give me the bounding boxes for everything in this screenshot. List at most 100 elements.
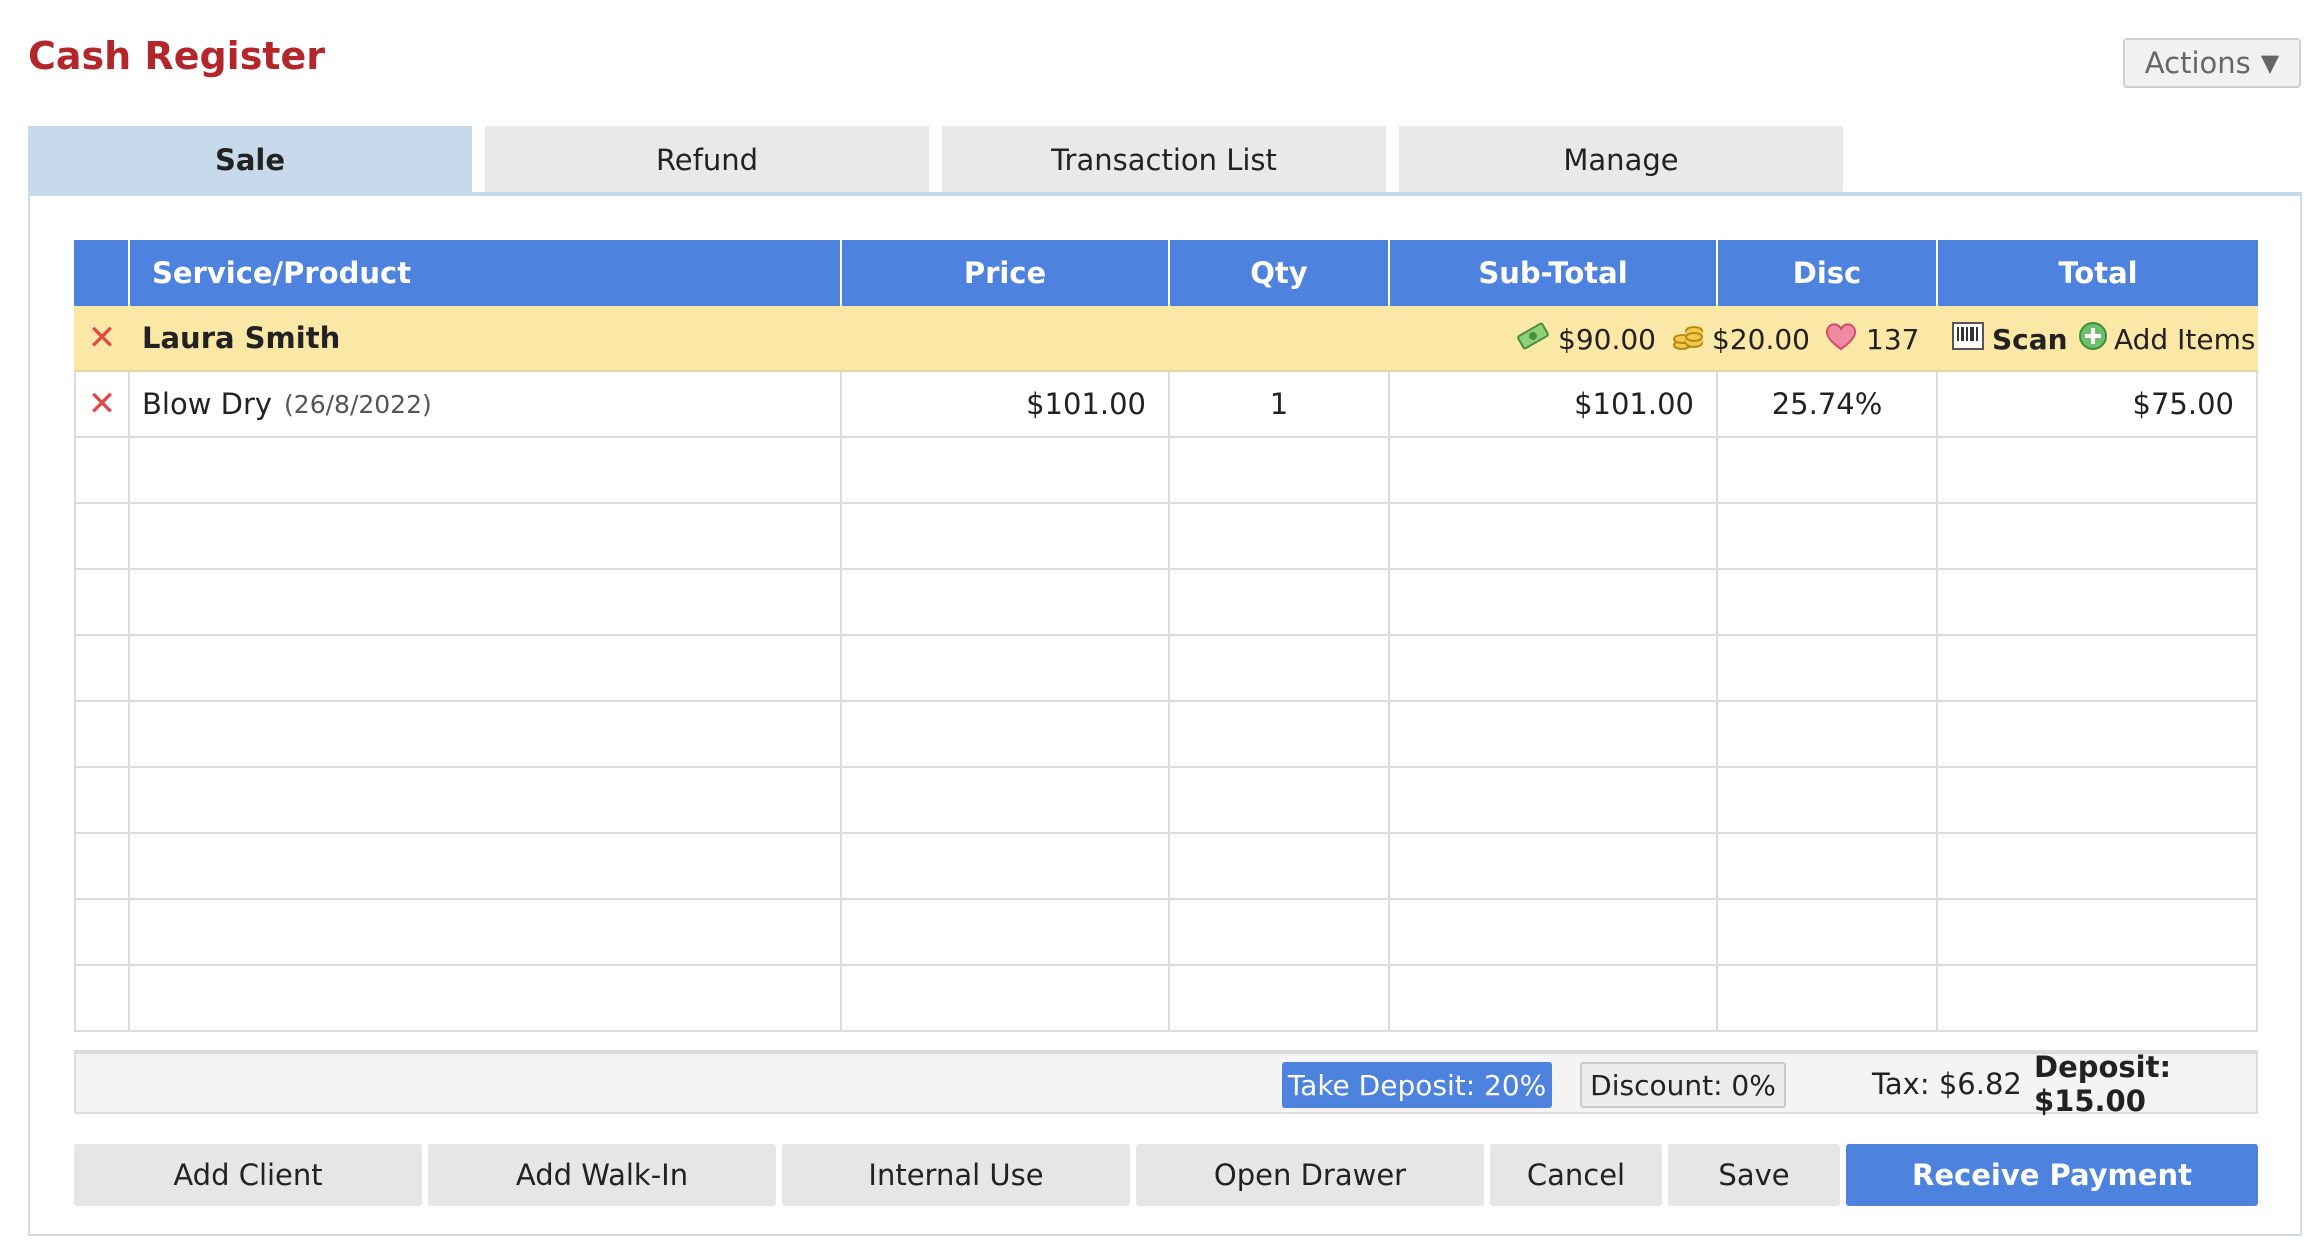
cash-icon bbox=[1516, 321, 1550, 358]
take-deposit-button[interactable]: Take Deposit: 20% bbox=[1282, 1062, 1552, 1108]
empty-cell bbox=[130, 636, 842, 700]
item-qty[interactable]: 1 bbox=[1170, 372, 1390, 436]
empty-cell bbox=[130, 438, 842, 502]
empty-cell bbox=[1718, 966, 1938, 1030]
tab-transaction-list[interactable]: Transaction List bbox=[942, 126, 1386, 194]
empty-cell bbox=[1938, 966, 2258, 1030]
item-name: Blow Dry bbox=[142, 387, 273, 421]
empty-cell bbox=[1170, 834, 1390, 898]
empty-cell bbox=[1718, 570, 1938, 634]
client-coin-balance: $20.00 bbox=[1672, 306, 1810, 372]
empty-cell bbox=[842, 900, 1170, 964]
empty-cell bbox=[74, 768, 130, 832]
empty-cell bbox=[74, 966, 130, 1030]
header-service-product: Service/Product bbox=[130, 240, 842, 306]
empty-cell bbox=[1718, 900, 1938, 964]
actions-label: Actions bbox=[2144, 46, 2251, 80]
tab-manage[interactable]: Manage bbox=[1399, 126, 1843, 194]
empty-cell bbox=[1170, 900, 1390, 964]
empty-cell bbox=[1390, 504, 1718, 568]
close-icon: ✕ bbox=[87, 318, 117, 358]
empty-cell bbox=[1938, 570, 2258, 634]
deposit-amount: Deposit: $15.00 bbox=[2034, 1050, 2172, 1118]
chevron-down-icon: ▼ bbox=[2260, 49, 2280, 77]
item-disc[interactable]: 25.74% bbox=[1718, 372, 1938, 436]
table-row-empty bbox=[74, 768, 2258, 834]
scan-label: Scan bbox=[1992, 322, 2068, 356]
empty-cell bbox=[1938, 438, 2258, 502]
empty-cell bbox=[1170, 768, 1390, 832]
table-row-empty bbox=[74, 438, 2258, 504]
empty-cell bbox=[842, 438, 1170, 502]
scan-button[interactable]: Scan bbox=[1952, 306, 2068, 372]
table-row-empty bbox=[74, 900, 2258, 966]
empty-cell bbox=[130, 834, 842, 898]
empty-cell bbox=[74, 438, 130, 502]
empty-cell bbox=[1390, 702, 1718, 766]
empty-cell bbox=[1938, 834, 2258, 898]
header-price: Price bbox=[842, 240, 1170, 306]
heart-icon bbox=[1824, 321, 1858, 358]
empty-cell bbox=[842, 768, 1170, 832]
empty-cell bbox=[1718, 504, 1938, 568]
empty-cell bbox=[74, 900, 130, 964]
empty-cell bbox=[842, 702, 1170, 766]
empty-cell bbox=[1938, 504, 2258, 568]
discount-button[interactable]: Discount: 0% bbox=[1580, 1062, 1786, 1108]
empty-cell bbox=[1390, 636, 1718, 700]
item-price[interactable]: $101.00 bbox=[842, 372, 1170, 436]
empty-cell bbox=[842, 570, 1170, 634]
header-remove bbox=[74, 240, 130, 306]
add-items-button[interactable]: Add Items bbox=[2078, 306, 2255, 372]
open-drawer-button[interactable]: Open Drawer bbox=[1136, 1144, 1484, 1206]
empty-cell bbox=[1170, 438, 1390, 502]
empty-cell bbox=[842, 504, 1170, 568]
tab-refund[interactable]: Refund bbox=[485, 126, 929, 194]
item-name-cell[interactable]: Blow Dry (26/8/2022) bbox=[130, 372, 842, 436]
empty-cell bbox=[130, 570, 842, 634]
table-row-empty bbox=[74, 966, 2258, 1032]
table-row-empty bbox=[74, 636, 2258, 702]
empty-cell bbox=[74, 834, 130, 898]
table-row-empty bbox=[74, 834, 2258, 900]
empty-cell bbox=[842, 834, 1170, 898]
empty-cell bbox=[1938, 702, 2258, 766]
coins-icon bbox=[1672, 319, 1704, 360]
empty-cell bbox=[1938, 900, 2258, 964]
empty-cell bbox=[842, 966, 1170, 1030]
table-row: ✕ Blow Dry (26/8/2022) $101.00 1 $101.00… bbox=[74, 372, 2258, 438]
tab-sale[interactable]: Sale bbox=[28, 126, 472, 194]
empty-cell bbox=[1938, 768, 2258, 832]
item-date: (26/8/2022) bbox=[284, 389, 432, 419]
actions-button[interactable]: Actions ▼ bbox=[2123, 38, 2301, 88]
add-walk-in-button[interactable]: Add Walk-In bbox=[428, 1144, 776, 1206]
empty-cell bbox=[1390, 834, 1718, 898]
empty-cell bbox=[74, 636, 130, 700]
cash-value: $90.00 bbox=[1558, 322, 1656, 356]
totals-bar: Take Deposit: 20% Discount: 0% Tax: $6.8… bbox=[74, 1050, 2258, 1118]
remove-client-button[interactable]: ✕ bbox=[74, 306, 130, 370]
client-name[interactable]: Laura Smith bbox=[130, 306, 830, 370]
empty-cell bbox=[1390, 438, 1718, 502]
plus-circle-icon bbox=[2078, 321, 2108, 358]
add-items-label: Add Items bbox=[2114, 322, 2256, 356]
table-header: Service/Product Price Qty Sub-Total Disc… bbox=[74, 240, 2258, 306]
internal-use-button[interactable]: Internal Use bbox=[782, 1144, 1130, 1206]
add-client-button[interactable]: Add Client bbox=[74, 1144, 422, 1206]
table-row-empty bbox=[74, 570, 2258, 636]
empty-cell bbox=[1170, 636, 1390, 700]
cancel-button[interactable]: Cancel bbox=[1490, 1144, 1662, 1206]
receive-payment-button[interactable]: Receive Payment bbox=[1846, 1144, 2258, 1206]
save-button[interactable]: Save bbox=[1668, 1144, 1840, 1206]
empty-cell bbox=[130, 702, 842, 766]
header-total: Total bbox=[2058, 256, 2138, 290]
empty-cell bbox=[1170, 504, 1390, 568]
page-title: Cash Register bbox=[28, 34, 325, 78]
remove-item-button[interactable]: ✕ bbox=[74, 372, 130, 436]
empty-cell bbox=[130, 966, 842, 1030]
empty-cell bbox=[1938, 636, 2258, 700]
header-qty: Qty bbox=[1170, 240, 1390, 306]
item-total: $75.00 bbox=[1938, 372, 2258, 436]
empty-cell bbox=[1718, 438, 1938, 502]
barcode-icon bbox=[1952, 321, 1984, 357]
